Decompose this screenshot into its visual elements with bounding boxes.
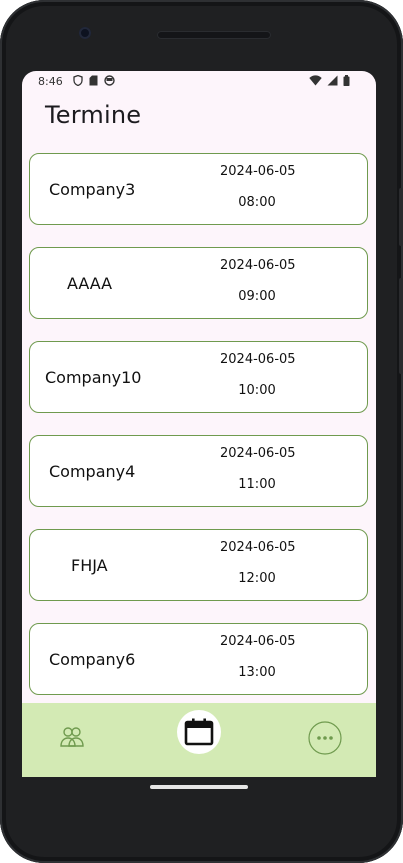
appointment-company: Company10 xyxy=(45,367,142,387)
appointment-card[interactable]: Company4 2024-06-05 11:00 xyxy=(29,435,368,507)
appointment-company: Company4 xyxy=(49,461,136,481)
appointment-card[interactable]: AAAA 2024-06-05 09:00 xyxy=(29,247,368,319)
earpiece-speaker xyxy=(157,31,271,39)
status-notification-icons xyxy=(73,75,115,86)
appointment-time: 11:00 xyxy=(238,477,276,492)
power-button xyxy=(399,188,403,246)
page-title: Termine xyxy=(45,101,142,129)
status-time: 8:46 xyxy=(38,75,63,88)
nav-contacts-button[interactable] xyxy=(58,723,86,751)
appointment-card[interactable]: FHJA 2024-06-05 12:00 xyxy=(29,529,368,601)
people-icon xyxy=(60,727,84,747)
shield-icon xyxy=(73,75,83,86)
appointment-company: Company3 xyxy=(49,179,136,199)
appointment-time: 08:00 xyxy=(238,195,276,210)
appointment-date: 2024-06-05 xyxy=(220,634,296,649)
appointment-time: 13:00 xyxy=(238,665,276,680)
appointment-card[interactable]: Company3 2024-06-05 08:00 xyxy=(29,153,368,225)
appointment-card[interactable]: Company6 2024-06-05 13:00 xyxy=(29,623,368,695)
appointment-company: FHJA xyxy=(71,555,108,575)
nav-more-button[interactable] xyxy=(308,721,342,755)
front-camera xyxy=(79,27,91,39)
appointment-time: 10:00 xyxy=(238,383,276,398)
appointment-card[interactable]: Company10 2024-06-05 10:00 xyxy=(29,341,368,413)
status-system-icons xyxy=(309,75,350,86)
app-screen: 8:46 Termine Company3 2024-06-05 08:00 A… xyxy=(22,71,376,777)
appointment-time: 09:00 xyxy=(238,289,276,304)
battery-icon xyxy=(343,75,350,86)
volume-button xyxy=(399,278,403,374)
wifi-icon xyxy=(309,75,322,86)
android-icon xyxy=(104,75,115,86)
cellular-signal-icon xyxy=(327,75,338,86)
appointment-company: Company6 xyxy=(49,649,136,669)
appointment-time: 12:00 xyxy=(238,571,276,586)
more-horizontal-icon xyxy=(308,721,342,755)
home-gesture-bar[interactable] xyxy=(150,785,248,789)
calendar-icon xyxy=(184,718,214,746)
status-bar: 8:46 xyxy=(22,71,376,93)
appointment-company: AAAA xyxy=(67,273,113,293)
appointment-date: 2024-06-05 xyxy=(220,446,296,461)
phone-frame: 8:46 Termine Company3 2024-06-05 08:00 A… xyxy=(0,0,403,863)
sd-card-icon xyxy=(89,75,98,86)
appointment-date: 2024-06-05 xyxy=(220,258,296,273)
appointment-date: 2024-06-05 xyxy=(220,540,296,555)
bottom-navigation-bar xyxy=(22,703,376,777)
appointment-date: 2024-06-05 xyxy=(220,352,296,367)
appointment-date: 2024-06-05 xyxy=(220,164,296,179)
nav-appointments-button[interactable] xyxy=(177,710,221,754)
